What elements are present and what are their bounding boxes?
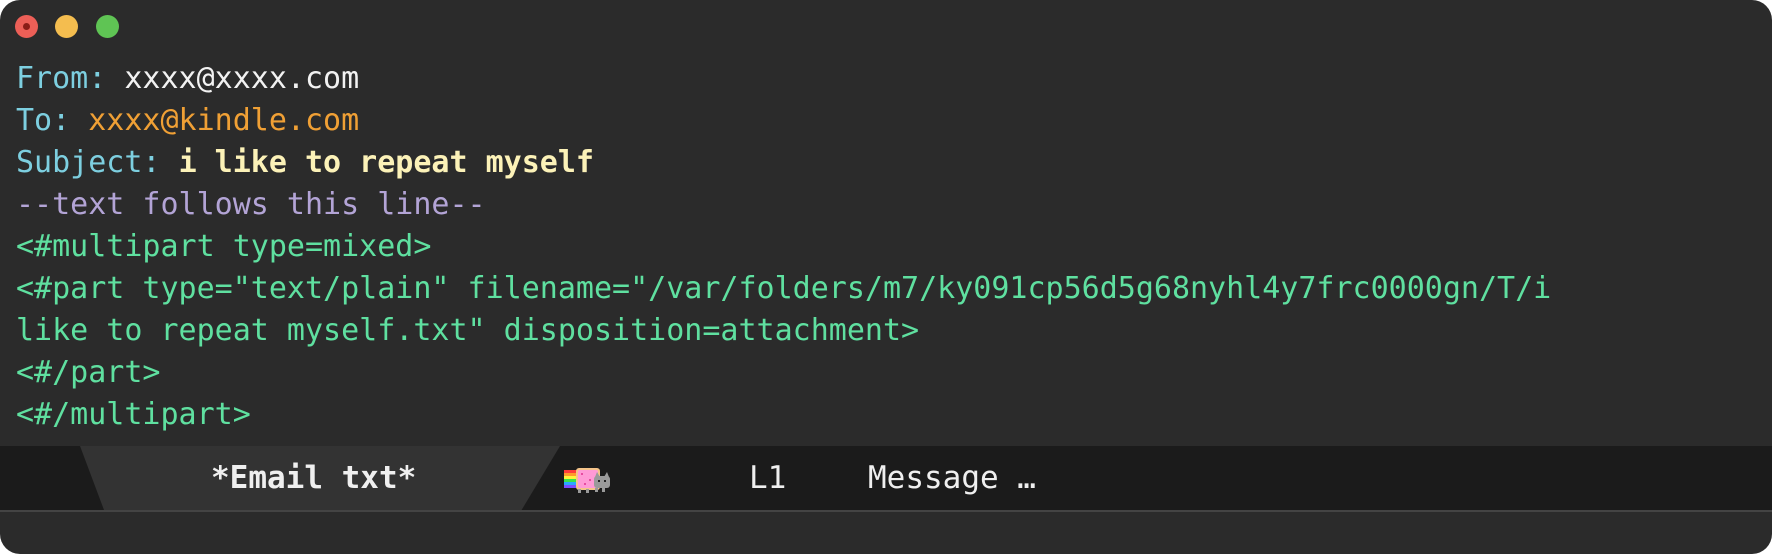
mml-part-close[interactable]: <#/part> bbox=[16, 352, 1551, 394]
emacs-window: From: xxxx@xxxx.com To: xxxx@kindle.com … bbox=[0, 0, 1772, 554]
from-header-value[interactable]: xxxx@xxxx.com bbox=[124, 61, 359, 96]
nyan-cat-icon bbox=[564, 468, 610, 493]
major-mode-indicator[interactable]: Message … bbox=[868, 446, 1036, 510]
message-buffer[interactable]: From: xxxx@xxxx.com To: xxxx@kindle.com … bbox=[16, 58, 1551, 436]
to-header-line[interactable]: To: xxxx@kindle.com bbox=[16, 100, 1551, 142]
subject-header-value[interactable]: i like to repeat myself bbox=[179, 145, 594, 180]
minibuffer[interactable] bbox=[0, 512, 1772, 554]
to-header-value[interactable]: xxxx@kindle.com bbox=[88, 103, 359, 138]
subject-header-line[interactable]: Subject: i like to repeat myself bbox=[16, 142, 1551, 184]
close-icon bbox=[23, 23, 30, 30]
header-body-separator: --text follows this line-- bbox=[16, 187, 486, 222]
to-header-key: To: bbox=[16, 103, 71, 138]
buffer-name[interactable]: *Email txt* bbox=[211, 446, 416, 510]
from-header-key: From: bbox=[16, 61, 107, 96]
maximize-button[interactable] bbox=[96, 15, 119, 38]
mml-part-open[interactable]: <#part type="text/plain" filename="/var/… bbox=[16, 268, 1551, 310]
close-button[interactable] bbox=[15, 15, 38, 38]
minimize-button[interactable] bbox=[55, 15, 78, 38]
mode-line: *Email txt* L1 Message … bbox=[0, 446, 1772, 512]
mml-multipart-close[interactable]: <#/multipart> bbox=[16, 394, 1551, 436]
mml-multipart-open[interactable]: <#multipart type=mixed> bbox=[16, 226, 1551, 268]
mml-part-open-continued[interactable]: like to repeat myself.txt" disposition=a… bbox=[16, 310, 1551, 352]
line-number-indicator: L1 bbox=[749, 460, 787, 496]
from-header-line[interactable]: From: xxxx@xxxx.com bbox=[16, 58, 1551, 100]
subject-header-key: Subject: bbox=[16, 145, 161, 180]
